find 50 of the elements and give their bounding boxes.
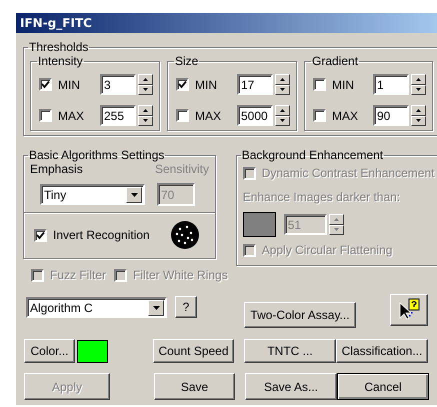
checkmark-icon (178, 80, 187, 89)
caret-icon (152, 306, 160, 310)
field-label: Emphasis (30, 162, 83, 176)
dialog-button[interactable]: TNTC ... (244, 339, 336, 363)
checkbox[interactable]: MIN (176, 78, 217, 92)
dialog-button[interactable]: Cancel (337, 373, 429, 400)
spin-buttons[interactable] (411, 105, 426, 126)
field-label: Sensitivity (154, 162, 209, 176)
two-color-assay-button[interactable]: Two-Color Assay... (244, 302, 356, 328)
dropdown[interactable]: Tiny (40, 184, 145, 205)
spin-buttons[interactable] (275, 105, 290, 126)
dialog-button[interactable]: Save As... (245, 373, 337, 400)
context-help-button[interactable] (390, 294, 428, 326)
number-field[interactable]: 17 (237, 74, 273, 95)
number-field[interactable]: 3 (100, 74, 136, 95)
checkmark-icon (36, 230, 45, 240)
checkbox[interactable]: MAX (176, 108, 222, 122)
dialog-button[interactable]: Save (154, 373, 235, 400)
window-title: IFN-g_FITC (16, 13, 437, 33)
checkbox[interactable]: MIN (39, 78, 80, 92)
number-field[interactable]: 90 (373, 105, 409, 126)
dialog-button[interactable]: Classification... (336, 339, 428, 363)
spin-buttons[interactable] (138, 105, 153, 126)
group-title: Background Enhancement (240, 148, 384, 162)
checkbox[interactable]: Invert Recognition (34, 228, 150, 242)
colony-icon (170, 220, 200, 250)
field-label: Enhance Images darker than: (242, 190, 402, 204)
number-field[interactable]: 255 (100, 105, 136, 126)
dropdown[interactable]: Algorithm C (26, 297, 167, 318)
help-button[interactable]: ? (175, 296, 197, 318)
color-button[interactable]: Color... (24, 339, 75, 363)
checkbox[interactable]: MAX (39, 108, 84, 122)
number-field[interactable]: 5000 (237, 105, 273, 126)
group-title: Gradient (311, 54, 360, 68)
group-title: Intensity (37, 54, 84, 68)
dialog-button[interactable]: Count Speed (153, 339, 234, 363)
threshold-color-swatch[interactable] (242, 212, 276, 237)
spin-buttons[interactable] (275, 74, 290, 95)
number-field[interactable]: 1 (373, 74, 409, 95)
spin-buttons[interactable] (138, 74, 153, 95)
spin-buttons[interactable] (411, 74, 426, 95)
checkmark-icon (41, 80, 50, 89)
checkbox[interactable]: MAX (313, 108, 358, 122)
group-title: Thresholds (28, 40, 90, 54)
caret-icon (130, 192, 138, 196)
group-title: Size (174, 54, 200, 68)
spin-buttons[interactable] (328, 214, 344, 235)
help-pointer-icon (397, 298, 421, 320)
group-title: Basic Algorithms Settings (28, 148, 166, 162)
checkbox[interactable]: MIN (313, 78, 354, 92)
